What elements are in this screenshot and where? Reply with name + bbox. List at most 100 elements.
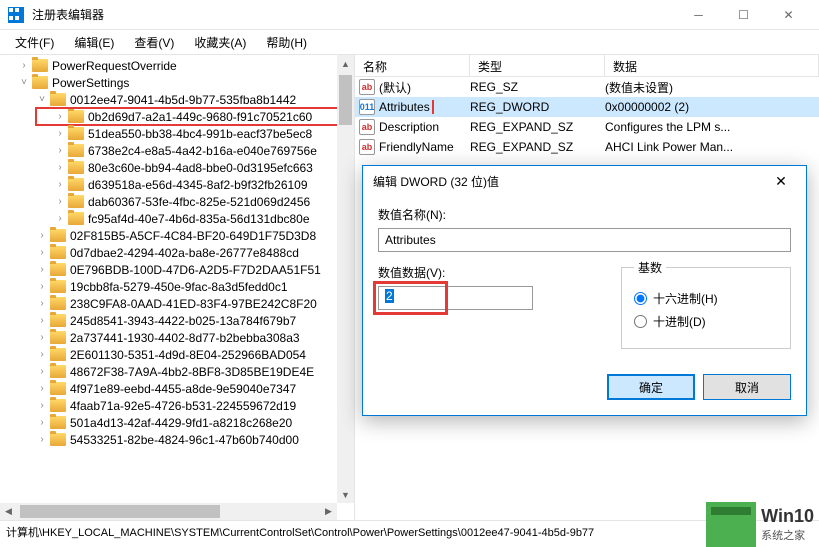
scroll-right-icon[interactable]: ▶ bbox=[320, 503, 337, 520]
cell-type: REG_DWORD bbox=[470, 100, 605, 114]
tree-item[interactable]: › fc95af4d-40e7-4b6d-835a-56d131dbc80e bbox=[0, 210, 354, 227]
tree-item[interactable]: › 54533251-82be-4824-96c1-47b60b740d00 bbox=[0, 431, 354, 448]
folder-icon bbox=[50, 93, 66, 106]
tree-item[interactable]: ˅0012ee47-9041-4b5d-9b77-535fba8b1442 bbox=[0, 91, 354, 108]
chevron-right-icon[interactable]: › bbox=[36, 264, 48, 275]
tree-item[interactable]: ›d639518a-e56d-4345-8af2-b9f32fb26109 bbox=[0, 176, 354, 193]
chevron-right-icon[interactable]: › bbox=[54, 111, 66, 122]
tree-item[interactable]: ›501a4d13-42af-4429-9fd1-a8218c268e20 bbox=[0, 414, 354, 431]
folder-icon bbox=[50, 365, 66, 378]
tree-item[interactable]: ›51dea550-bb38-4bc4-991b-eacf37be5ec8 bbox=[0, 125, 354, 142]
chevron-right-icon[interactable]: › bbox=[36, 383, 48, 394]
tree-item[interactable]: › PowerRequestOverride bbox=[0, 57, 354, 74]
chevron-down-icon[interactable]: ˅ bbox=[18, 77, 30, 88]
chevron-right-icon[interactable]: › bbox=[54, 128, 66, 139]
close-button[interactable]: ✕ bbox=[766, 0, 811, 30]
cell-data: (数值未设置) bbox=[605, 79, 819, 96]
dialog-titlebar[interactable]: 编辑 DWORD (32 位)值 ✕ bbox=[363, 166, 806, 196]
tree-item[interactable]: ›0d7dbae2-4294-402a-ba8e-26777e8488cd bbox=[0, 244, 354, 261]
dialog-close-button[interactable]: ✕ bbox=[766, 173, 796, 190]
cancel-button[interactable]: 取消 bbox=[703, 374, 791, 400]
chevron-right-icon[interactable]: › bbox=[36, 247, 48, 258]
folder-icon bbox=[50, 314, 66, 327]
tree-scrollbar-v[interactable]: ▲ ▼ bbox=[337, 55, 354, 503]
chevron-right-icon[interactable]: › bbox=[36, 434, 48, 445]
folder-icon bbox=[50, 280, 66, 293]
folder-icon bbox=[50, 416, 66, 429]
folder-icon bbox=[68, 195, 84, 208]
maximize-button[interactable]: ☐ bbox=[721, 0, 766, 30]
menu-file[interactable]: 文件(F) bbox=[5, 31, 64, 54]
radio-dec[interactable] bbox=[634, 315, 647, 328]
tree-item[interactable]: ˅ PowerSettings bbox=[0, 74, 354, 91]
folder-icon bbox=[50, 348, 66, 361]
chevron-right-icon[interactable]: › bbox=[36, 400, 48, 411]
list-row[interactable]: abFriendlyNameREG_EXPAND_SZAHCI Link Pow… bbox=[355, 137, 819, 157]
chevron-right-icon[interactable]: › bbox=[36, 281, 48, 292]
chevron-right-icon[interactable]: › bbox=[36, 298, 48, 309]
chevron-right-icon[interactable]: › bbox=[36, 315, 48, 326]
tree-item[interactable]: ›48672F38-7A9A-4bb2-8BF8-3D85BE19DE4E bbox=[0, 363, 354, 380]
tree-item[interactable]: ›80e3c60e-bb94-4ad8-bbe0-0d3195efc663 bbox=[0, 159, 354, 176]
chevron-down-icon[interactable]: ˅ bbox=[36, 94, 48, 105]
tree-label: 54533251-82be-4824-96c1-47b60b740d00 bbox=[70, 433, 299, 447]
scroll-down-icon[interactable]: ▼ bbox=[337, 486, 354, 503]
tree-item[interactable]: ›4faab71a-92e5-4726-b531-224559672d19 bbox=[0, 397, 354, 414]
chevron-right-icon[interactable]: › bbox=[18, 60, 30, 71]
tree-scrollbar-h[interactable]: ◀ ▶ bbox=[0, 503, 337, 520]
list-row[interactable]: 011AttributesREG_DWORD0x00000002 (2) bbox=[355, 97, 819, 117]
cell-type: REG_EXPAND_SZ bbox=[470, 140, 605, 154]
tree-label: PowerRequestOverride bbox=[52, 59, 177, 73]
tree-label: 2E601130-5351-4d9d-8E04-252966BAD054 bbox=[70, 348, 306, 362]
ok-button[interactable]: 确定 bbox=[607, 374, 695, 400]
tree-label: 19cbb8fa-5279-450e-9fac-8a3d5fedd0c1 bbox=[70, 280, 288, 294]
tree-item[interactable]: ›0E796BDB-100D-47D6-A2D5-F7D2DAA51F51 bbox=[0, 261, 354, 278]
tree-label: 6738e2c4-e8a5-4a42-b16a-e040e769756e bbox=[88, 144, 317, 158]
list-row[interactable]: abDescriptionREG_EXPAND_SZConfigures the… bbox=[355, 117, 819, 137]
dialog-title: 编辑 DWORD (32 位)值 bbox=[373, 173, 766, 190]
header-name[interactable]: 名称 bbox=[355, 55, 470, 76]
chevron-right-icon[interactable]: › bbox=[54, 179, 66, 190]
tree-item[interactable]: ›dab60367-53fe-4fbc-825e-521d069d2456 bbox=[0, 193, 354, 210]
menu-help[interactable]: 帮助(H) bbox=[256, 31, 317, 54]
chevron-right-icon[interactable]: › bbox=[36, 230, 48, 241]
tree-label: fc95af4d-40e7-4b6d-835a-56d131dbc80e bbox=[88, 212, 310, 226]
chevron-right-icon[interactable]: › bbox=[36, 332, 48, 343]
menu-favorites[interactable]: 收藏夹(A) bbox=[184, 31, 256, 54]
tree-item[interactable]: ›4f971e89-eebd-4455-a8de-9e59040e7347 bbox=[0, 380, 354, 397]
chevron-right-icon[interactable]: › bbox=[54, 162, 66, 173]
folder-icon bbox=[68, 161, 84, 174]
tree-item[interactable]: ›2a737441-1930-4402-8d77-b2bebba308a3 bbox=[0, 329, 354, 346]
statusbar: 计算机\HKEY_LOCAL_MACHINE\SYSTEM\CurrentCon… bbox=[0, 520, 819, 542]
tree-label: PowerSettings bbox=[52, 76, 129, 90]
scroll-up-icon[interactable]: ▲ bbox=[337, 55, 354, 72]
chevron-right-icon[interactable]: › bbox=[36, 417, 48, 428]
chevron-right-icon[interactable]: › bbox=[54, 213, 66, 224]
header-type[interactable]: 类型 bbox=[470, 55, 605, 76]
menubar: 文件(F) 编辑(E) 查看(V) 收藏夹(A) 帮助(H) bbox=[0, 30, 819, 55]
tree-item[interactable]: › 2E601130-5351-4d9d-8E04-252966BAD054 bbox=[0, 346, 354, 363]
chevron-right-icon[interactable]: › bbox=[36, 366, 48, 377]
tree-item[interactable]: › 6738e2c4-e8a5-4a42-b16a-e040e769756e bbox=[0, 142, 354, 159]
radio-hex[interactable] bbox=[634, 292, 647, 305]
list-row[interactable]: ab(默认)REG_SZ(数值未设置) bbox=[355, 77, 819, 97]
menu-edit[interactable]: 编辑(E) bbox=[64, 31, 124, 54]
chevron-right-icon[interactable]: › bbox=[36, 349, 48, 360]
tree-item[interactable]: ›238C9FA8-0AAD-41ED-83F4-97BE242C8F20 bbox=[0, 295, 354, 312]
minimize-button[interactable]: ─ bbox=[676, 0, 721, 30]
scroll-thumb[interactable] bbox=[20, 505, 220, 518]
cell-name: (默认) bbox=[379, 79, 470, 96]
tree-item[interactable]: › 19cbb8fa-5279-450e-9fac-8a3d5fedd0c1 bbox=[0, 278, 354, 295]
chevron-right-icon[interactable]: › bbox=[54, 145, 66, 156]
tree-item[interactable]: ›245d8541-3943-4422-b025-13a784f679b7 bbox=[0, 312, 354, 329]
menu-view[interactable]: 查看(V) bbox=[124, 31, 184, 54]
tree-item[interactable]: ›02F815B5-A5CF-4C84-BF20-649D1F75D3D8 bbox=[0, 227, 354, 244]
name-input[interactable] bbox=[378, 228, 791, 252]
scroll-thumb[interactable] bbox=[339, 75, 352, 125]
scroll-left-icon[interactable]: ◀ bbox=[0, 503, 17, 520]
tree-item[interactable]: ›0b2d69d7-a2a1-449c-9680-f91c70521c60 bbox=[0, 108, 354, 125]
data-input[interactable]: 2 bbox=[378, 286, 533, 310]
list-header: 名称 类型 数据 bbox=[355, 55, 819, 77]
header-data[interactable]: 数据 bbox=[605, 55, 819, 76]
chevron-right-icon[interactable]: › bbox=[54, 196, 66, 207]
